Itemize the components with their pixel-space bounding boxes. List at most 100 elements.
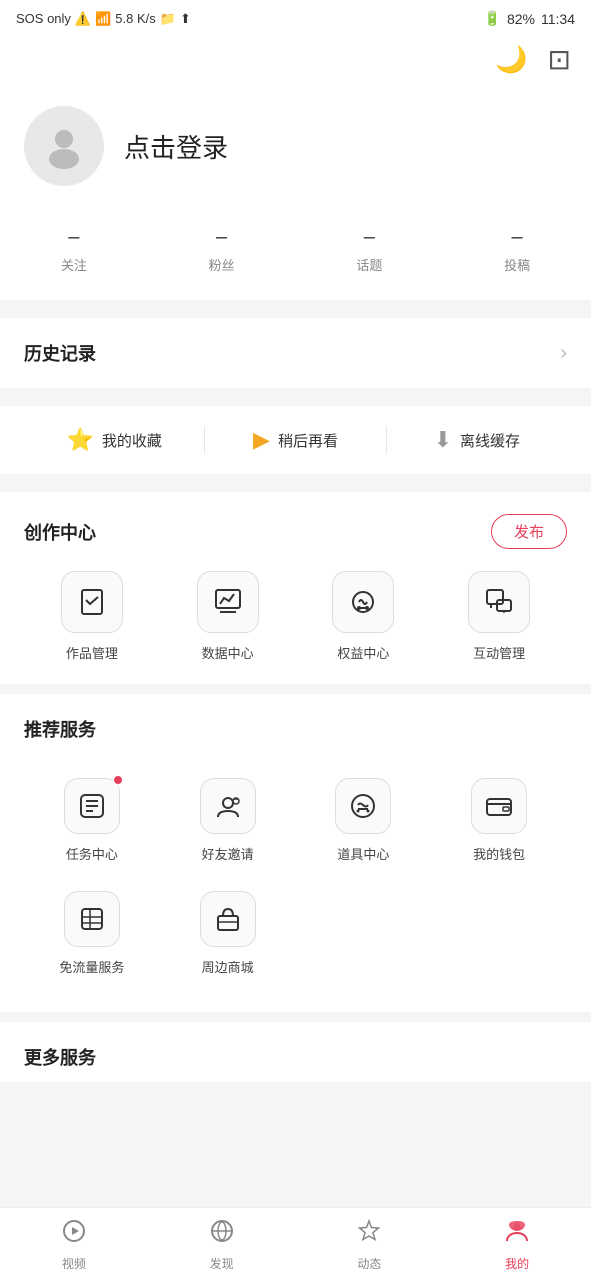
creator-section: 创作中心 发布 作品管理 数据中心 xyxy=(0,492,591,684)
task-icon-wrap xyxy=(64,778,120,834)
battery-icon: 🔋 xyxy=(484,10,501,27)
creator-interact[interactable]: 互动管理 xyxy=(468,571,530,662)
quick-link-watchlater[interactable]: ▶ 稍后再看 xyxy=(205,427,385,453)
wifi-icon: 📶 xyxy=(95,11,111,27)
service-task[interactable]: 任务中心 xyxy=(24,764,160,877)
offline-label: 离线缓存 xyxy=(460,430,520,451)
status-right: 🔋 82% 11:34 xyxy=(484,10,575,27)
invite-icon-wrap xyxy=(200,778,256,834)
warning-icon: ⚠️ xyxy=(75,11,91,27)
quick-link-offline[interactable]: ⬇ 离线缓存 xyxy=(387,427,567,453)
more-section-title: 更多服务 xyxy=(24,1048,96,1068)
stat-fans[interactable]: – 粉丝 xyxy=(209,226,235,274)
nav-activity-label: 动态 xyxy=(357,1255,381,1272)
battery-text: 82% xyxy=(507,11,535,27)
services-grid: 任务中心 好友邀请 xyxy=(24,764,567,990)
creator-data[interactable]: 数据中心 xyxy=(197,571,259,662)
services-section: 推荐服务 任务中心 xyxy=(0,694,591,1012)
favorites-label: 我的收藏 xyxy=(102,430,162,451)
time-text: 11:34 xyxy=(541,11,575,27)
bottom-nav: 视频 发现 动态 我的 xyxy=(0,1207,591,1280)
login-text[interactable]: 点击登录 xyxy=(124,128,228,165)
services-header: 推荐服务 xyxy=(24,716,567,742)
sos-text: SOS only xyxy=(16,11,71,26)
freeflow-label: 免流量服务 xyxy=(59,957,124,976)
stat-follow-label: 关注 xyxy=(61,255,87,274)
dark-mode-icon[interactable]: 🌙 xyxy=(495,44,527,75)
stats-row: – 关注 – 粉丝 – 话题 – 投稿 xyxy=(0,216,591,308)
history-section[interactable]: 历史记录 › xyxy=(0,318,591,396)
publish-button[interactable]: 发布 xyxy=(491,514,567,549)
invite-label: 好友邀请 xyxy=(202,844,254,863)
avatar-svg xyxy=(39,121,89,171)
stat-fans-value: – xyxy=(216,226,227,249)
upload-icon: ⬆ xyxy=(180,11,191,27)
stat-topic-value: – xyxy=(364,226,375,249)
interact-label: 互动管理 xyxy=(473,643,525,662)
stat-topic[interactable]: – 话题 xyxy=(356,226,382,274)
scan-icon[interactable]: ⊡ xyxy=(548,43,571,76)
wallet-icon xyxy=(471,778,527,834)
data-label: 数据中心 xyxy=(202,643,254,662)
history-title: 历史记录 xyxy=(24,340,96,366)
creator-icon-grid: 作品管理 数据中心 权益中心 xyxy=(24,571,567,662)
quick-links: ⭐ 我的收藏 ▶ 稍后再看 ⬇ 离线缓存 xyxy=(0,406,591,482)
stat-topic-label: 话题 xyxy=(356,255,382,274)
freeflow-icon xyxy=(64,891,120,947)
service-freeflow[interactable]: 免流量服务 xyxy=(24,877,160,990)
sim-icon: 📁 xyxy=(160,11,176,27)
nav-video[interactable]: 视频 xyxy=(0,1218,148,1272)
nav-mine[interactable]: 我的 xyxy=(443,1218,591,1272)
favorites-icon: ⭐ xyxy=(66,427,93,453)
task-badge xyxy=(113,775,123,785)
merch-icon-wrap xyxy=(200,891,256,947)
nav-mine-icon xyxy=(504,1218,530,1251)
wallet-label: 我的钱包 xyxy=(473,844,525,863)
interact-icon xyxy=(468,571,530,633)
profile-section[interactable]: 点击登录 xyxy=(0,86,591,216)
creator-header: 创作中心 发布 xyxy=(24,514,567,549)
creator-title: 创作中心 xyxy=(24,519,96,545)
stat-post-value: – xyxy=(512,226,523,249)
status-bar: SOS only ⚠️ 📶 5.8 K/s 📁 ⬆ 🔋 82% 11:34 xyxy=(0,0,591,33)
works-icon xyxy=(61,571,123,633)
avatar[interactable] xyxy=(24,106,104,186)
freeflow-icon-wrap xyxy=(64,891,120,947)
nav-mine-label: 我的 xyxy=(505,1255,529,1272)
nav-discover-icon xyxy=(209,1218,235,1251)
quick-link-favorites[interactable]: ⭐ 我的收藏 xyxy=(24,427,204,453)
service-props[interactable]: 道具中心 xyxy=(296,764,432,877)
creator-works[interactable]: 作品管理 xyxy=(61,571,123,662)
wallet-icon-wrap xyxy=(471,778,527,834)
task-icon xyxy=(64,778,120,834)
stat-follow-value: – xyxy=(68,226,79,249)
more-section: 更多服务 xyxy=(0,1022,591,1082)
services-title: 推荐服务 xyxy=(24,716,96,742)
service-merch[interactable]: 周边商城 xyxy=(160,877,296,990)
watchlater-label: 稍后再看 xyxy=(278,430,338,451)
nav-discover[interactable]: 发现 xyxy=(148,1218,296,1272)
invite-icon xyxy=(200,778,256,834)
benefits-label: 权益中心 xyxy=(337,643,389,662)
nav-activity[interactable]: 动态 xyxy=(296,1218,444,1272)
benefits-icon xyxy=(332,571,394,633)
nav-video-label: 视频 xyxy=(62,1255,86,1272)
history-chevron-icon: › xyxy=(560,342,567,365)
nav-activity-icon xyxy=(356,1218,382,1251)
stat-follow[interactable]: – 关注 xyxy=(61,226,87,274)
offline-icon: ⬇ xyxy=(434,427,452,453)
props-label: 道具中心 xyxy=(337,844,389,863)
works-label: 作品管理 xyxy=(66,643,118,662)
creator-benefits[interactable]: 权益中心 xyxy=(332,571,394,662)
merch-icon xyxy=(200,891,256,947)
service-invite[interactable]: 好友邀请 xyxy=(160,764,296,877)
data-icon xyxy=(197,571,259,633)
nav-discover-label: 发现 xyxy=(210,1255,234,1272)
props-icon xyxy=(335,778,391,834)
props-icon-wrap xyxy=(335,778,391,834)
speed-text: 5.8 K/s xyxy=(115,11,155,26)
service-wallet[interactable]: 我的钱包 xyxy=(431,764,567,877)
stat-post[interactable]: – 投稿 xyxy=(504,226,530,274)
stat-fans-label: 粉丝 xyxy=(209,255,235,274)
top-actions: 🌙 ⊡ xyxy=(0,33,591,86)
